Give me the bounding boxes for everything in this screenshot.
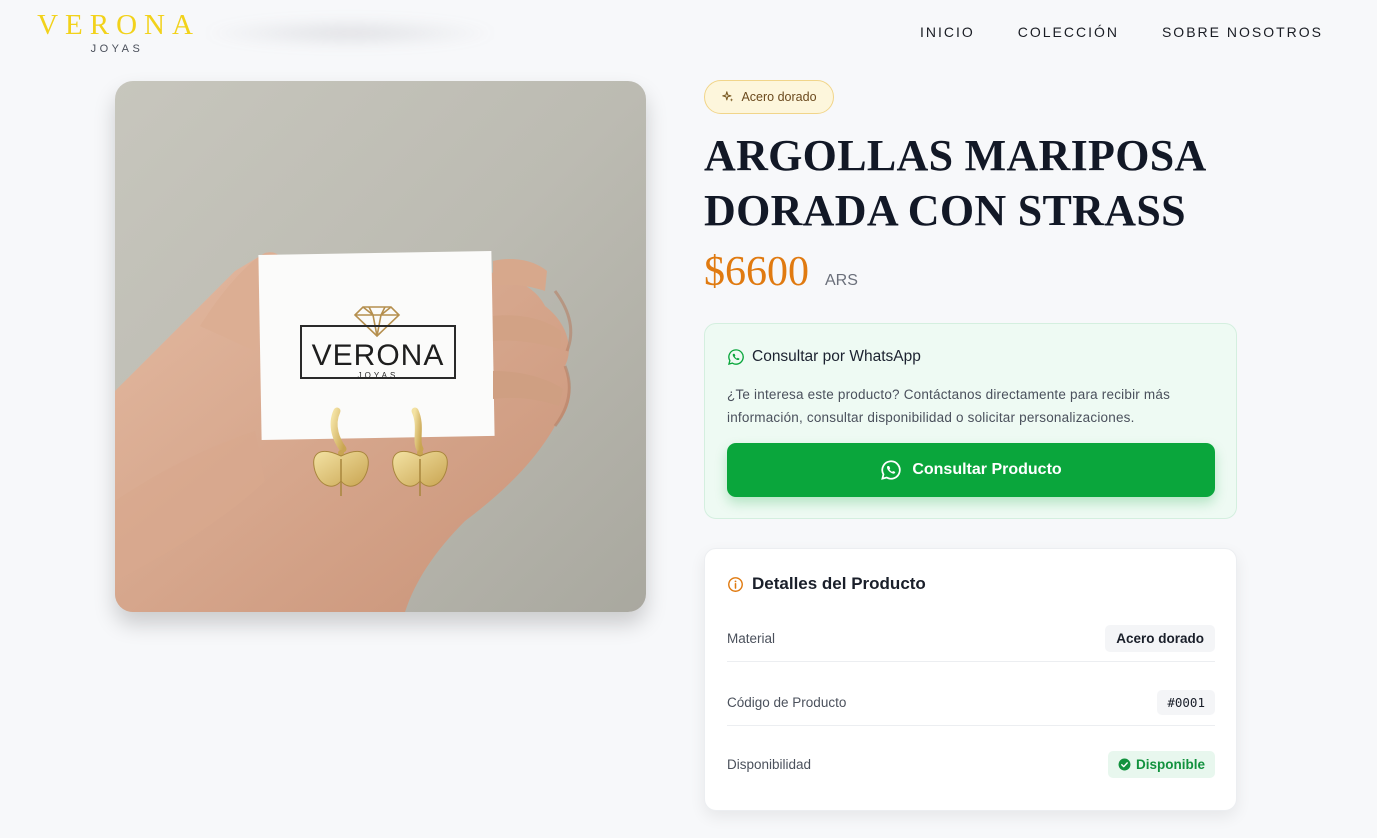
brand-name: VERONA bbox=[37, 9, 200, 41]
whatsapp-heading: Consultar por WhatsApp bbox=[727, 348, 921, 366]
material-label: Material bbox=[727, 631, 776, 646]
whatsapp-heading-text: Consultar por WhatsApp bbox=[752, 348, 921, 365]
sparkles-icon bbox=[722, 91, 734, 102]
nav-link-sobre-nosotros[interactable]: SOBRE NOSOTROS bbox=[1162, 24, 1323, 40]
brand-subtitle: JOYAS bbox=[90, 43, 144, 55]
whatsapp-description: ¿Te interesa este producto? Contáctanos … bbox=[727, 387, 1171, 425]
product-details-card: Detalles del Producto Material Acero dor… bbox=[704, 548, 1237, 811]
product-price: $6600 bbox=[704, 249, 809, 295]
info-circle-icon bbox=[728, 576, 743, 592]
availability-value: Disponible bbox=[1135, 756, 1205, 772]
detail-row-availability: Disponibilidad Disponible bbox=[727, 744, 1215, 784]
nav-link-inicio[interactable]: INICIO bbox=[920, 24, 975, 40]
brand-logo[interactable]: VERONA JOYAS bbox=[27, 10, 203, 55]
detail-row-material: Material Acero dorado bbox=[727, 616, 1215, 662]
details-heading: Detalles del Producto bbox=[727, 574, 926, 594]
product-code-value: #0001 bbox=[1157, 690, 1215, 715]
whatsapp-icon bbox=[881, 460, 901, 480]
header-blur-decoration bbox=[200, 18, 500, 48]
price-row: $6600 ARS bbox=[704, 248, 858, 296]
photo-card-sub: JOYAS bbox=[358, 371, 399, 380]
main-nav: INICIO COLECCIÓN SOBRE NOSOTROS bbox=[920, 24, 1323, 40]
detail-row-code: Código de Producto #0001 bbox=[727, 680, 1215, 726]
site-header: VERONA JOYAS INICIO COLECCIÓN SOBRE NOSO… bbox=[0, 0, 1377, 70]
material-badge-label: Acero dorado bbox=[741, 90, 817, 104]
consult-product-button[interactable]: Consultar Producto bbox=[727, 443, 1215, 497]
product-code-label: Código de Producto bbox=[727, 695, 847, 710]
price-currency: ARS bbox=[825, 272, 858, 289]
whatsapp-card: Consultar por WhatsApp ¿Te interesa este… bbox=[704, 323, 1237, 519]
product-photo: VERONA JOYAS bbox=[115, 81, 646, 612]
material-value: Acero dorado bbox=[1105, 625, 1215, 652]
availability-status-badge: Disponible bbox=[1107, 750, 1215, 778]
consult-product-label: Consultar Producto bbox=[912, 461, 1062, 478]
details-heading-text: Detalles del Producto bbox=[752, 574, 926, 593]
photo-card-brand: VERONA bbox=[312, 339, 445, 372]
availability-label: Disponibilidad bbox=[727, 756, 812, 772]
check-circle-icon bbox=[1118, 758, 1131, 770]
product-image[interactable]: VERONA JOYAS bbox=[115, 81, 646, 612]
product-title: ARGOLLAS MARIPOSA DORADA CON STRASS bbox=[704, 131, 1205, 235]
nav-link-coleccion[interactable]: COLECCIÓN bbox=[1018, 24, 1119, 40]
material-badge: Acero dorado bbox=[704, 80, 834, 114]
whatsapp-icon bbox=[728, 349, 744, 365]
